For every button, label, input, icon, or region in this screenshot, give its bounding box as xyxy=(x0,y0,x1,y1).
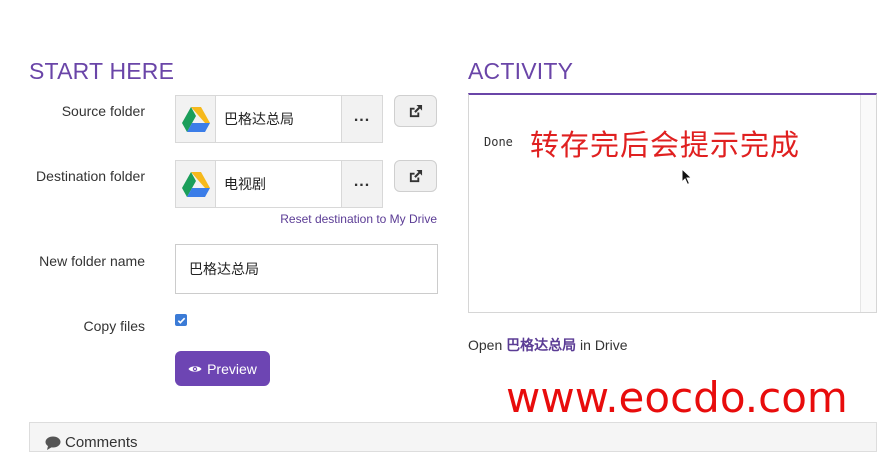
destination-open-external-button[interactable] xyxy=(394,160,437,192)
destination-folder-field[interactable]: 电视剧 ... xyxy=(175,160,383,208)
mouse-cursor-icon xyxy=(681,167,693,191)
destination-folder-value: 电视剧 xyxy=(224,176,266,192)
activity-scrollbar[interactable] xyxy=(860,95,876,312)
open-in-drive-line: Open 巴格达总局 in Drive xyxy=(468,335,628,355)
source-folder-field[interactable]: 巴格达总局 ... xyxy=(175,95,383,143)
external-link-icon xyxy=(409,169,423,182)
google-drive-icon xyxy=(176,161,216,207)
checkmark-icon xyxy=(177,317,185,324)
external-link-icon xyxy=(409,104,423,117)
open-prefix: Open xyxy=(468,337,503,353)
activity-log-text: Done xyxy=(484,135,513,149)
preview-button-label: Preview xyxy=(207,360,257,377)
google-drive-icon xyxy=(176,96,216,142)
open-suffix: in Drive xyxy=(580,337,628,353)
source-browse-button[interactable]: ... xyxy=(341,96,382,142)
open-folder-link[interactable]: 巴格达总局 xyxy=(506,337,576,353)
activity-title: ACTIVITY xyxy=(468,58,574,84)
copy-files-checkbox[interactable] xyxy=(175,314,187,326)
destination-browse-button[interactable]: ... xyxy=(341,161,382,207)
red-annotation-text: 转存完后会提示完成 xyxy=(530,128,801,162)
comments-panel[interactable] xyxy=(29,422,877,452)
watermark-text: www.eocdo.com xyxy=(506,373,848,422)
source-folder-value: 巴格达总局 xyxy=(224,111,294,127)
new-folder-name-input[interactable]: 巴格达总局 xyxy=(175,244,438,294)
eye-icon xyxy=(188,365,202,372)
preview-button[interactable]: Preview xyxy=(175,351,270,386)
reset-destination-link[interactable]: Reset destination to My Drive xyxy=(280,212,437,226)
source-folder-label: Source folder xyxy=(61,103,145,119)
start-here-title: START HERE xyxy=(29,58,175,84)
copy-files-label: Copy files xyxy=(83,318,145,334)
destination-folder-label: Destination folder xyxy=(36,168,145,184)
new-folder-name-label: New folder name xyxy=(39,253,145,269)
source-open-external-button[interactable] xyxy=(394,95,437,127)
